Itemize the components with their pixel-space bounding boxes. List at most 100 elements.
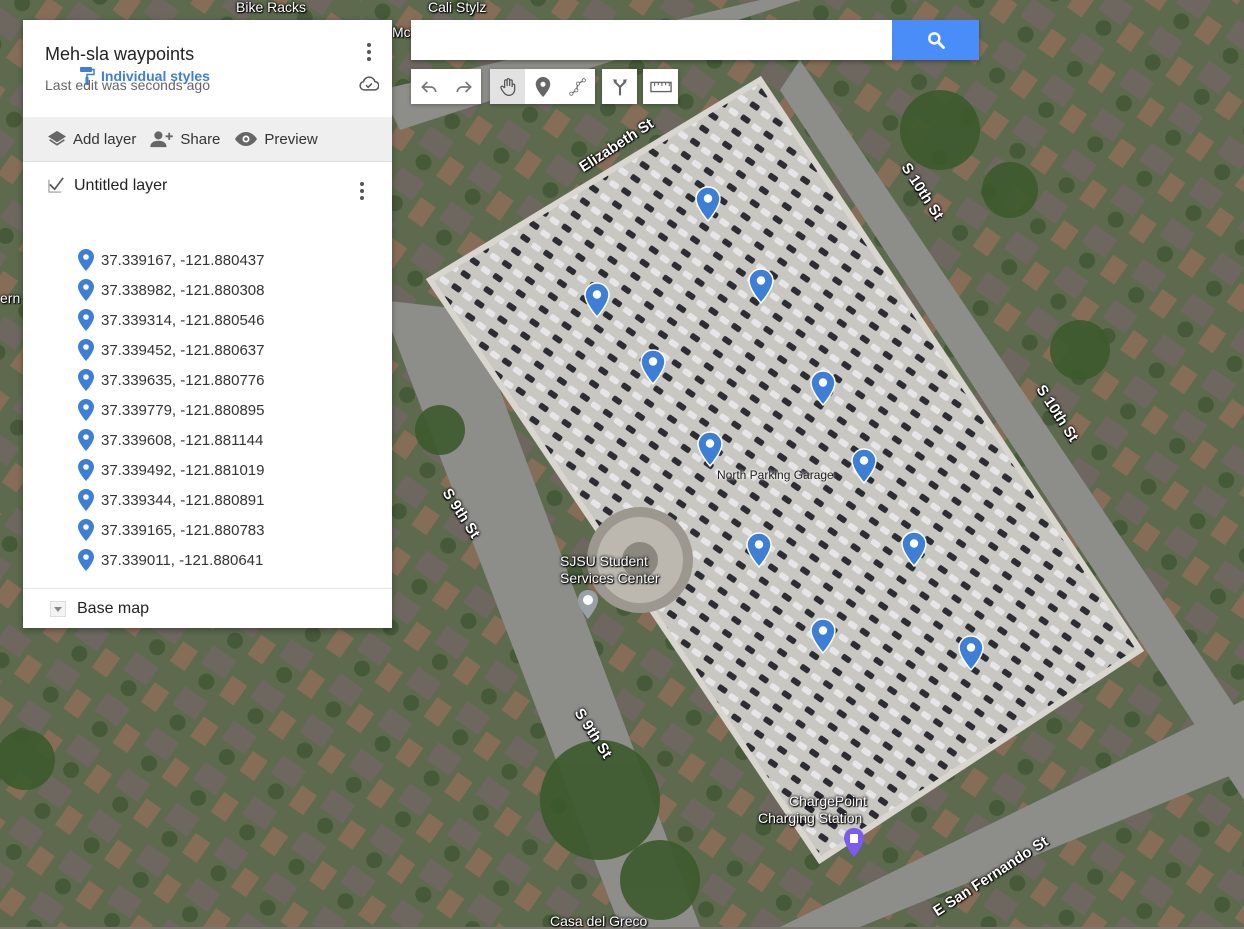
measure-tool[interactable] <box>643 69 678 104</box>
map-label-north-parking-garage: North Parking Garage <box>717 468 834 482</box>
waypoint-marker-icon <box>78 279 94 301</box>
waypoint-label: 37.338982, -121.880308 <box>101 281 265 299</box>
waypoint-label: 37.339165, -121.880783 <box>101 521 265 539</box>
list-item[interactable]: 37.339167, -121.880437 <box>23 245 392 275</box>
more-vert-icon <box>367 43 371 47</box>
layers-icon <box>48 130 66 146</box>
map-pin[interactable] <box>958 635 984 671</box>
list-item[interactable]: 37.339314, -121.880546 <box>23 305 392 335</box>
directions-group <box>602 69 637 104</box>
preview-button[interactable]: Preview <box>234 130 318 148</box>
waypoint-label: 37.339314, -121.880546 <box>101 311 265 329</box>
map-pin[interactable] <box>640 349 666 385</box>
panel-action-bar: Add layer Share Preview <box>23 117 392 162</box>
map-label-chargepoint-line2: Charging Station <box>758 810 863 826</box>
undo-redo-group <box>411 69 481 104</box>
waypoint-marker-icon <box>78 309 94 331</box>
select-hand-tool[interactable] <box>490 69 525 104</box>
waypoint-marker-icon <box>78 399 94 421</box>
layer-options-button[interactable] <box>350 179 374 203</box>
share-button[interactable]: Share <box>150 130 220 148</box>
search-bar <box>411 20 979 60</box>
base-map-label: Base map <box>77 600 150 617</box>
waypoint-label: 37.339492, -121.881019 <box>101 461 265 479</box>
list-item[interactable]: 37.339452, -121.880637 <box>23 335 392 365</box>
list-item[interactable]: 37.339492, -121.881019 <box>23 455 392 485</box>
base-map-section[interactable]: Base map <box>23 588 392 629</box>
waypoint-label: 37.339779, -121.880895 <box>101 401 265 419</box>
layers-panel: Meh-sla waypoints Last edit was seconds … <box>23 20 392 628</box>
waypoint-list: 37.339167, -121.880437 37.338982, -121.8… <box>23 245 392 575</box>
map-label-chargepoint-line1: ChargePoint <box>789 793 867 809</box>
measure-group <box>643 69 678 104</box>
map-label-sjsu-line1: SJSU Student <box>560 553 648 569</box>
list-item[interactable]: 37.339779, -121.880895 <box>23 395 392 425</box>
waypoint-marker-icon <box>78 519 94 541</box>
charging-station-poi-icon[interactable] <box>843 828 865 858</box>
waypoint-marker-icon <box>78 339 94 361</box>
add-layer-button[interactable]: Add layer <box>47 130 136 148</box>
list-item[interactable]: 37.339635, -121.880776 <box>23 365 392 395</box>
list-item[interactable]: 37.339011, -121.880641 <box>23 545 392 575</box>
map-pin[interactable] <box>584 282 610 318</box>
waypoint-label: 37.339608, -121.881144 <box>101 431 264 449</box>
list-item[interactable]: 37.339344, -121.880891 <box>23 485 392 515</box>
waypoint-marker-icon <box>78 549 94 571</box>
add-marker-tool[interactable] <box>525 69 560 104</box>
add-person-icon <box>150 131 174 148</box>
search-icon <box>927 32 945 49</box>
undo-icon <box>420 80 436 93</box>
hand-icon <box>499 77 515 96</box>
individual-styles-link[interactable]: Individual styles <box>79 66 210 86</box>
list-item[interactable]: 37.339608, -121.881144 <box>23 425 392 455</box>
waypoint-label: 37.339011, -121.880641 <box>101 551 264 569</box>
add-directions-tool[interactable] <box>602 69 637 104</box>
layer-name[interactable]: Untitled layer <box>74 177 167 195</box>
undo-button[interactable] <box>411 69 446 104</box>
paint-roller-icon <box>80 67 95 85</box>
map-pin[interactable] <box>810 370 836 406</box>
waypoint-label: 37.339635, -121.880776 <box>101 371 265 389</box>
draw-line-icon <box>568 77 586 96</box>
map-label-sjsu-line2: Services Center <box>560 570 660 586</box>
map-pin[interactable] <box>810 618 836 654</box>
map-pin[interactable] <box>901 531 927 567</box>
waypoint-label: 37.339167, -121.880437 <box>101 251 265 269</box>
sjsu-poi-icon[interactable] <box>577 590 599 620</box>
directions-icon <box>612 79 627 95</box>
eye-icon <box>235 132 258 146</box>
draw-line-tool[interactable] <box>560 69 595 104</box>
waypoint-marker-icon <box>78 249 94 271</box>
list-item[interactable]: 37.338982, -121.880308 <box>23 275 392 305</box>
share-label: Share <box>180 130 221 148</box>
map-options-button[interactable] <box>357 40 381 64</box>
map-pin[interactable] <box>748 268 774 304</box>
layer-visibility-checkbox[interactable] <box>48 176 65 193</box>
add-layer-label: Add layer <box>73 130 137 148</box>
waypoint-marker-icon <box>78 429 94 451</box>
map-label-ern: ern <box>0 290 21 306</box>
waypoint-label: 37.339344, -121.880891 <box>101 491 265 509</box>
waypoint-label: 37.339452, -121.880637 <box>101 341 265 359</box>
map-pin[interactable] <box>695 186 721 222</box>
map-pin[interactable] <box>746 532 772 568</box>
map-pin[interactable] <box>697 431 723 467</box>
waypoint-marker-icon <box>78 369 94 391</box>
marker-icon <box>535 76 550 97</box>
search-button[interactable] <box>892 20 979 60</box>
waypoint-marker-icon <box>78 489 94 511</box>
search-input[interactable] <box>411 20 881 60</box>
redo-button[interactable] <box>446 69 481 104</box>
ruler-icon <box>649 81 672 92</box>
list-item[interactable]: 37.339165, -121.880783 <box>23 515 392 545</box>
map-label-bike-racks: Bike Racks <box>236 0 307 15</box>
tool-group <box>490 69 595 104</box>
map-label-cali-stylz: Cali Stylz <box>428 0 487 15</box>
map-pin[interactable] <box>851 448 877 484</box>
layer-header: Untitled layer <box>23 162 392 202</box>
more-vert-icon <box>360 182 364 186</box>
expand-triangle-icon <box>50 601 66 617</box>
preview-label: Preview <box>264 130 318 148</box>
map-label-mc: Mc <box>392 24 411 40</box>
map-title[interactable]: Meh-sla waypoints <box>45 44 194 65</box>
